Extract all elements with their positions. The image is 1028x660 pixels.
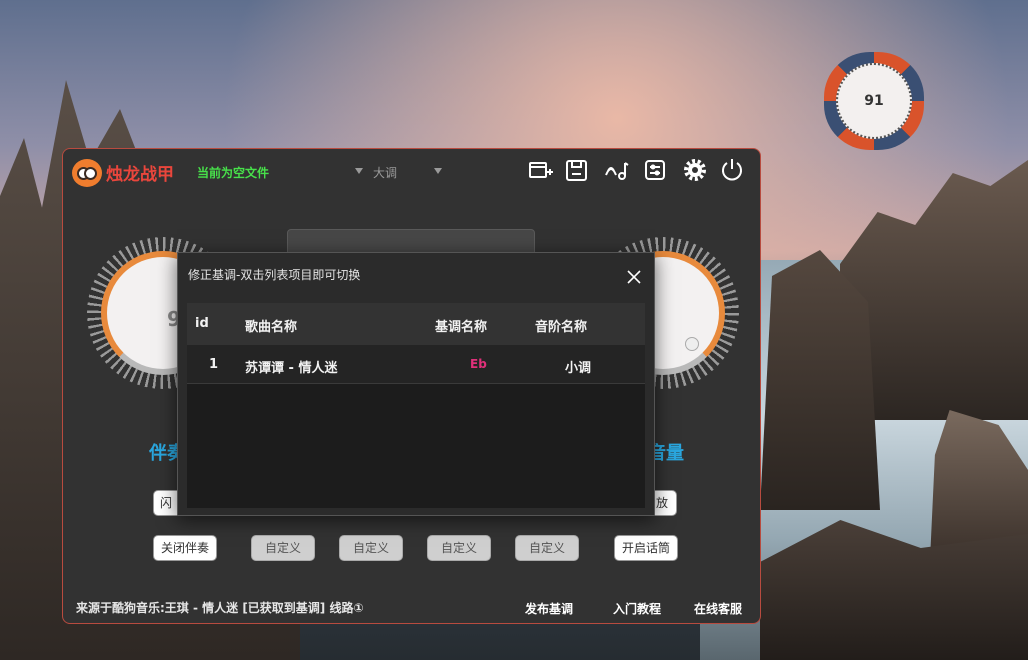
row-song: 苏谭谭 - 情人迷 [245,361,338,376]
file-status: 当前为空文件 [197,166,270,180]
knob-handle[interactable] [685,337,699,351]
floating-badge[interactable]: 91 [824,52,924,150]
dialog-title: 修正基调-双击列表项目即可切换 [188,268,361,282]
source-info: 来源于酷狗音乐:王琪 - 情人迷 [已获取到基调] 线路① [76,601,364,615]
custom-button-4[interactable]: 自定义 [515,535,579,561]
chevron-down-icon [434,168,442,174]
chevron-down-icon [355,168,363,174]
background-rock [760,520,1028,660]
key-mode-value: 大调 [373,166,398,180]
publish-key-link[interactable]: 发布基调 [525,600,573,617]
table-header: id 歌曲名称 基调名称 音阶名称 [187,303,645,345]
owl-logo-icon [72,159,102,187]
close-icon[interactable] [624,267,644,287]
support-link[interactable]: 在线客服 [694,600,742,617]
column-header-key: 基调名称 [435,320,488,335]
custom-button-2[interactable]: 自定义 [339,535,403,561]
custom-button-1[interactable]: 自定义 [251,535,315,561]
tutorial-link[interactable]: 入门教程 [613,600,661,617]
key-mode-select[interactable]: 大调 [353,163,445,181]
row-scale: 小调 [565,361,592,376]
column-header-id: id [195,316,209,331]
settings-gear-icon[interactable] [682,157,708,183]
open-mic-button[interactable]: 开启话筒 [614,535,678,561]
key-correction-dialog: 修正基调-双击列表项目即可切换 id 歌曲名称 基调名称 音阶名称 1 苏谭谭 … [177,252,655,516]
table-row[interactable]: 1 苏谭谭 - 情人迷 Eb 小调 [187,345,645,384]
column-header-song: 歌曲名称 [245,320,298,335]
new-file-icon[interactable] [527,157,553,183]
row-key: Eb [470,357,487,371]
app-title: 烛龙战甲 [106,165,174,185]
save-file-icon[interactable] [564,157,590,183]
power-icon[interactable] [719,157,745,183]
row-id: 1 [209,357,219,372]
custom-button-3[interactable]: 自定义 [427,535,491,561]
key-table: id 歌曲名称 基调名称 音阶名称 1 苏谭谭 - 情人迷 Eb 小调 [187,303,645,508]
column-header-scale: 音阶名称 [535,320,588,335]
badge-value: 91 [864,93,884,109]
tuner-icon[interactable] [642,157,668,183]
close-accompaniment-button[interactable]: 关闭伴奏 [153,535,217,561]
music-note-icon[interactable] [604,157,630,183]
